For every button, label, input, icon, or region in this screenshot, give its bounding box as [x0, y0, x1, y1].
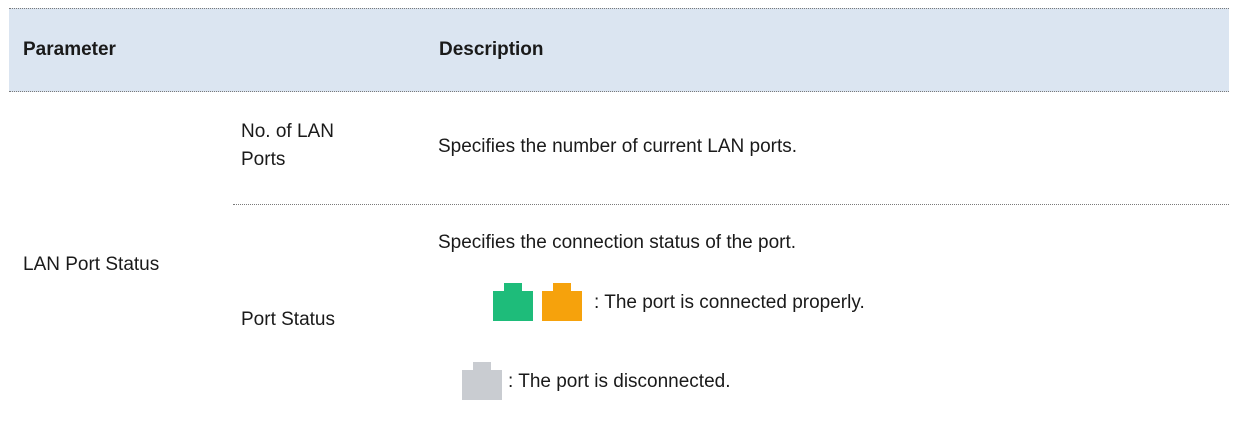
port-connected-green-icon [493, 283, 533, 321]
row-name-port-status: Port Status [241, 309, 335, 330]
header-parameter: Parameter [23, 39, 116, 60]
row-name-no-of-lan-ports-line1: No. of LAN [241, 121, 334, 142]
disconnected-status-text: : The port is disconnected. [508, 371, 731, 392]
port-disconnected-gray-icon [462, 362, 502, 400]
connected-status-text: : The port is connected properly. [594, 292, 865, 313]
row-description-port-status: Specifies the connection status of the p… [438, 232, 797, 253]
row-divider [233, 204, 1229, 205]
row-description-no-of-lan-ports: Specifies the number of current LAN port… [438, 136, 798, 157]
group-label-lan-port-status: LAN Port Status [23, 254, 160, 275]
table-header: Parameter Description [9, 8, 1229, 92]
port-connected-orange-icon [542, 283, 582, 321]
header-description: Description [439, 39, 544, 60]
row-name-no-of-lan-ports-line2: Ports [241, 149, 286, 170]
parameter-table: Parameter Description LAN Port Status No… [0, 0, 1235, 423]
